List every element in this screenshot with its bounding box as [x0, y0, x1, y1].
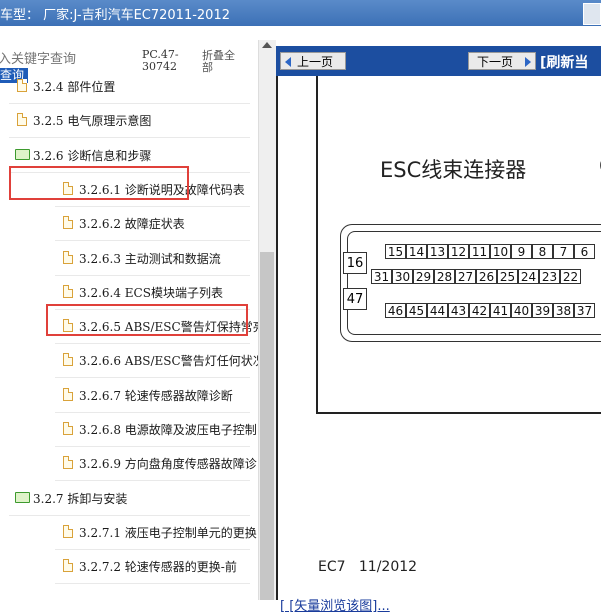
highlight-box-diagnosis — [9, 166, 189, 200]
pin-16: 16 — [343, 252, 367, 274]
refresh-link[interactable]: [刷新当 — [540, 52, 588, 72]
connector-pin: 44 — [427, 303, 448, 318]
connector-pin: 27 — [455, 269, 476, 284]
connector-pin: 25 — [497, 269, 518, 284]
doc-icon — [63, 524, 73, 538]
doc-icon — [63, 422, 73, 435]
doc-icon — [63, 216, 73, 230]
tree-item[interactable]: 3.2.5 电气原理示意图 — [0, 104, 258, 139]
left-panel: 查询 PC.47-30742 折叠全部 3.2.4 部件位置3.2.5 电气原理… — [0, 26, 258, 600]
connector-pin: 7 — [553, 244, 574, 259]
vector-view-link[interactable]: [ [矢量浏览该图]... — [280, 595, 390, 614]
left-scrollbar[interactable] — [258, 40, 276, 600]
prev-page-button[interactable]: 上一页 — [280, 52, 346, 70]
tree-item-label: 3.2.6.8 电源故障及波压电子控制 — [79, 423, 257, 437]
connector-pin: 43 — [448, 303, 469, 318]
connector-pin: 41 — [490, 303, 511, 318]
tree-item[interactable]: 3.2.6.2 故障症状表 — [0, 207, 258, 242]
doc-icon — [63, 387, 73, 401]
tree-item-label: 3.2.6.3 主动测试和数据流 — [79, 251, 221, 266]
scroll-up-arrow-icon[interactable] — [262, 42, 272, 48]
document-panel: 上一页 下一页 [刷新当 ESC线束连接器 C 16 47 1514131211… — [276, 46, 601, 614]
connector-pin: 8 — [532, 244, 553, 259]
connector-pin: 31 — [371, 269, 392, 284]
connector-pin: 29 — [413, 269, 434, 284]
doc-icon — [63, 456, 73, 470]
connector-pin: 30 — [392, 269, 413, 284]
tree-item[interactable]: 3.2.7.1 液压电子控制单元的更换 — [0, 516, 258, 550]
tree-item-label: 3.2.6.4 ECS模块端子列表 — [79, 285, 223, 300]
search-input[interactable] — [0, 50, 126, 68]
tree-item[interactable]: 3.2.7.2 轮速传感器的更换-前 — [0, 550, 258, 585]
doc-icon — [63, 250, 73, 264]
connector-pin: 38 — [553, 303, 574, 318]
nav-bar: 上一页 下一页 [刷新当 — [276, 46, 601, 76]
connector-pin: 12 — [448, 244, 469, 259]
tree-item[interactable]: 3.2.7 拆卸与安装 — [0, 482, 258, 516]
folder-open-icon — [15, 491, 30, 503]
connector-pin: 26 — [476, 269, 497, 284]
connector-pin: 45 — [406, 303, 427, 318]
tree-item-label: 3.2.7.2 轮速传感器的更换-前 — [79, 560, 237, 575]
connector-pin: 37 — [574, 303, 595, 318]
tree-item-label: 3.2.6.9 方向盘角度传感器故障诊 — [79, 457, 257, 472]
title-bar: 车型： 厂家:J-吉利汽车EC72011-2012 — [0, 0, 601, 26]
connector-pin: 9 — [511, 244, 532, 259]
highlight-box-ecs-terminals — [46, 304, 248, 336]
connector-pin: 10 — [490, 244, 511, 259]
connector-pin: 28 — [434, 269, 455, 284]
tree-item[interactable]: 3.2.6.6 ABS/ESC警告灯任何状况 — [0, 344, 258, 379]
folder-open-icon — [15, 148, 30, 160]
connector-pin: 14 — [406, 244, 427, 259]
tree-item-label: 3.2.6.2 故障症状表 — [79, 217, 185, 232]
connector-pin: 40 — [511, 303, 532, 318]
tree-item-label: 3.2.6.7 轮速传感器故障诊断 — [79, 388, 233, 403]
connector-pin: 22 — [560, 269, 581, 284]
tree-item-label: 3.2.7.1 液压电子控制单元的更换 — [79, 525, 257, 540]
connector-pin: 24 — [518, 269, 539, 284]
tree-item[interactable]: 3.2.6.8 电源故障及波压电子控制 — [0, 413, 258, 447]
connector-pin: 11 — [469, 244, 490, 259]
connector-pin: 39 — [532, 303, 553, 318]
pin-row-1: 15 14 13 12 11 10 9 8 7 6 — [385, 244, 595, 259]
scroll-thumb[interactable] — [260, 252, 274, 600]
window-title: 车型： 厂家:J-吉利汽车EC72011-2012 — [0, 8, 230, 23]
pin-row-3: 46 45 44 43 42 41 40 39 38 37 — [385, 303, 595, 318]
tree-item-label: 3.2.5 电气原理示意图 — [33, 114, 152, 129]
connector-pin: 23 — [539, 269, 560, 284]
left-arrow-icon — [285, 57, 291, 67]
tree-item-label: 3.2.7 拆卸与安装 — [33, 491, 128, 506]
tree-item-label: 3.2.4 部件位置 — [33, 80, 116, 94]
tree-item-label: 3.2.6 诊断信息和步骤 — [33, 148, 152, 163]
connector-title: ESC线束连接器 — [380, 158, 527, 182]
doc-icon — [63, 353, 73, 367]
connector-pin: 13 — [427, 244, 448, 259]
tree-separator — [55, 583, 250, 585]
right-arrow-icon — [525, 57, 531, 67]
window-minimize-button[interactable] — [583, 3, 601, 25]
next-page-button[interactable]: 下一页 — [468, 52, 536, 70]
connector-pin: 15 — [385, 244, 406, 259]
doc-icon — [17, 79, 27, 92]
doc-icon — [63, 284, 73, 298]
pin-47: 47 — [343, 288, 367, 310]
tree-item[interactable]: 3.2.6.7 轮速传感器故障诊断 — [0, 379, 258, 413]
tree-item-label: 3.2.6.6 ABS/ESC警告灯任何状况 — [79, 354, 258, 369]
doc-icon — [17, 113, 27, 127]
document-page: ESC线束连接器 C 16 47 1514131211109876 313029… — [276, 76, 601, 614]
connector-pin: 46 — [385, 303, 406, 318]
footer-model-date: EC7 11/2012 — [318, 559, 418, 575]
tree-item[interactable]: 3.2.6.3 主动测试和数据流 — [0, 242, 258, 276]
tree-item[interactable]: 3.2.4 部件位置 — [0, 70, 258, 104]
doc-icon — [63, 559, 73, 573]
tree-item[interactable]: 3.2.6.9 方向盘角度传感器故障诊 — [0, 447, 258, 482]
connector-pin: 42 — [469, 303, 490, 318]
pin-row-2: 31 30 29 28 27 26 25 24 23 22 — [371, 269, 581, 284]
connector-pin: 6 — [574, 244, 595, 259]
